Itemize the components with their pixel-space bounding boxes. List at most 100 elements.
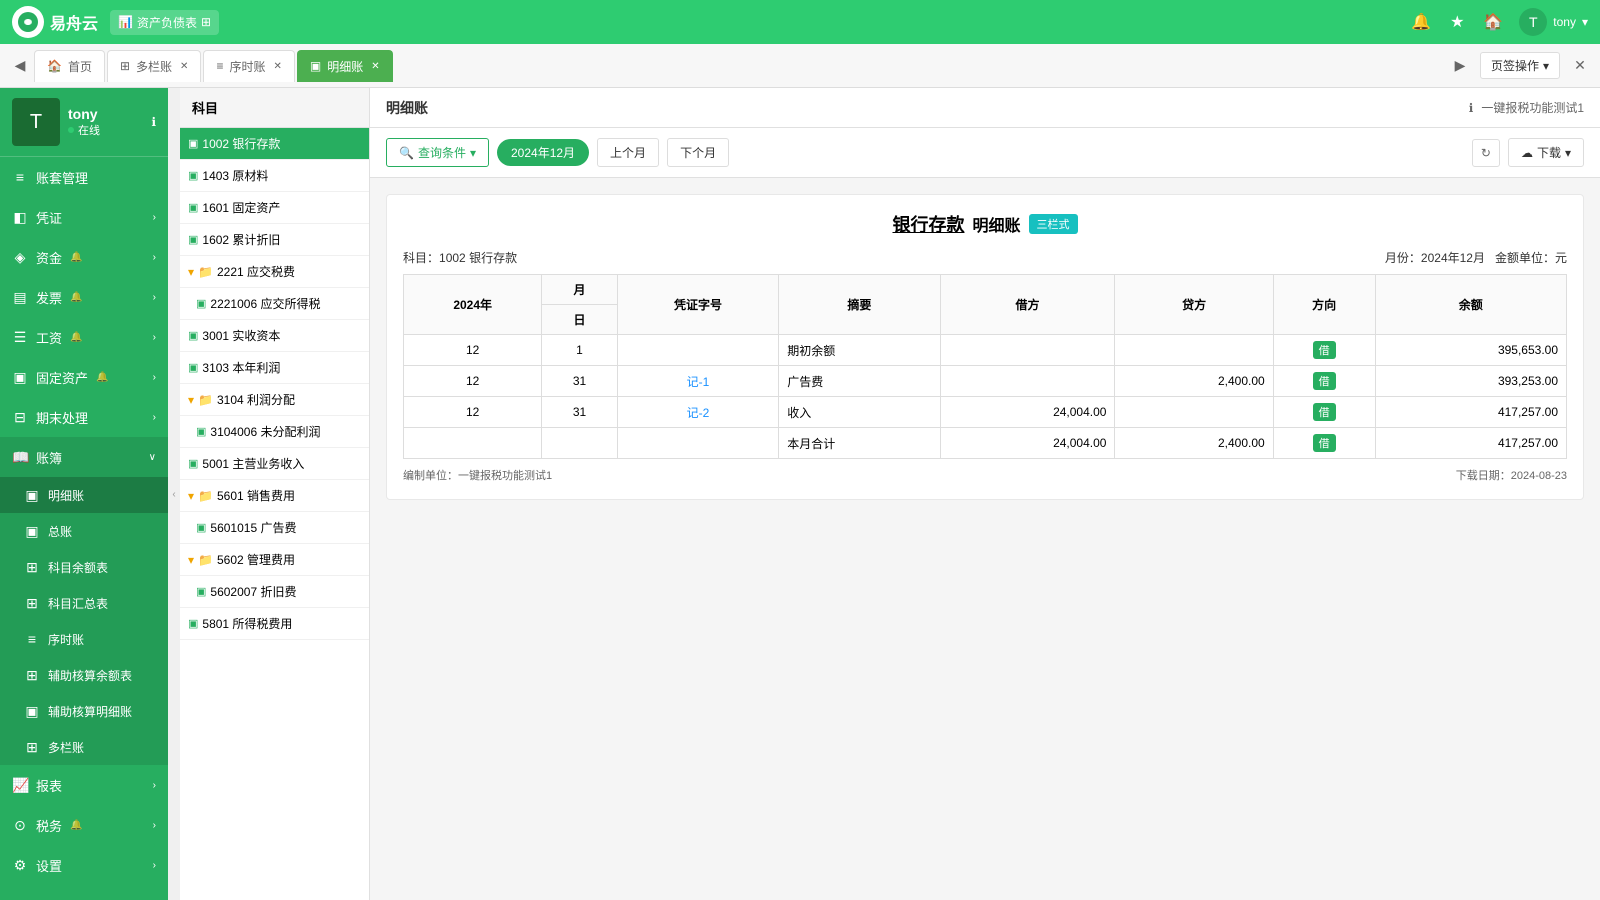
period-arrow: › xyxy=(153,412,156,423)
query-arrow: ▾ xyxy=(470,146,476,160)
subject-code-5602007: 5602007 折旧费 xyxy=(210,583,296,600)
subject-item-3104[interactable]: ▾ 📁 3104 利润分配 xyxy=(180,384,369,416)
subject-item-1002[interactable]: ▣ 1002 银行存款 xyxy=(180,128,369,160)
tab-multicolumn[interactable]: ⊞ 多栏账 ✕ xyxy=(107,50,201,82)
star-icon[interactable]: ★ xyxy=(1447,12,1467,32)
folder-5602: 📁 xyxy=(198,553,213,567)
row-debit-3: 24,004.00 xyxy=(940,397,1115,428)
folder-icon-2221: ▾ xyxy=(188,265,194,279)
user-panel-settings-icon[interactable]: ℹ xyxy=(151,115,156,129)
tab-multicolumn-close[interactable]: ✕ xyxy=(180,61,188,72)
subject-item-5602[interactable]: ▾ 📁 5602 管理费用 xyxy=(180,544,369,576)
user-panel-avatar: T xyxy=(12,98,60,146)
voucher-link-1[interactable]: 记-1 xyxy=(687,375,710,389)
salary-icon: ☰ xyxy=(12,329,28,346)
refresh-button[interactable]: ↻ xyxy=(1472,139,1500,167)
tab-sequence[interactable]: ≡ 序时账 ✕ xyxy=(203,50,294,82)
sidebar-item-invoice[interactable]: ▤ 发票 🔔 › xyxy=(0,277,168,317)
subject-item-3001[interactable]: ▣ 3001 实收资本 xyxy=(180,320,369,352)
user-info[interactable]: T tony ▾ xyxy=(1519,8,1588,36)
sidebar-item-settings[interactable]: ⚙ 设置 › xyxy=(0,845,168,885)
subject-item-3103[interactable]: ▣ 3103 本年利润 xyxy=(180,352,369,384)
subject-item-2221[interactable]: ▾ 📁 2221 应交税费 xyxy=(180,256,369,288)
voucher-link-2[interactable]: 记-2 xyxy=(687,406,710,420)
download-button[interactable]: ☁ 下载 ▾ xyxy=(1508,138,1584,167)
resize-handle[interactable]: ‹ xyxy=(168,88,180,900)
sidebar-item-capital[interactable]: ◈ 资金 🔔 › xyxy=(0,237,168,277)
subject-item-3104006[interactable]: ▣ 3104006 未分配利润 xyxy=(180,416,369,448)
avatar: T xyxy=(1519,8,1547,36)
subject-item-5601015[interactable]: ▣ 5601015 广告费 xyxy=(180,512,369,544)
sidebar-item-journal[interactable]: ≡ 序时账 xyxy=(0,621,168,657)
subject-icon-5602007: ▣ xyxy=(196,585,206,598)
subject-item-5001[interactable]: ▣ 5001 主营业务收入 xyxy=(180,448,369,480)
report-icon: 📈 xyxy=(12,777,28,794)
settings-label: 设置 xyxy=(36,856,62,875)
tab-nav-right[interactable]: ▶ xyxy=(1448,54,1472,78)
tab-detail[interactable]: ▣ 明细账 ✕ xyxy=(297,50,393,82)
row-voucher-1 xyxy=(617,335,778,366)
sidebar-item-period[interactable]: ⊟ 期末处理 › xyxy=(0,397,168,437)
sidebar-item-salary[interactable]: ☰ 工资 🔔 › xyxy=(0,317,168,357)
row-balance-3: 417,257.00 xyxy=(1375,397,1566,428)
sidebar-item-assets[interactable]: ▣ 固定资产 🔔 › xyxy=(0,357,168,397)
total-dir: 借 xyxy=(1273,428,1375,459)
query-button[interactable]: 🔍 查询条件 ▾ xyxy=(386,138,489,167)
col-mode-button[interactable]: 三栏式 xyxy=(1029,214,1078,234)
sidebar-item-accounts[interactable]: ≡ 账套管理 xyxy=(0,157,168,197)
row-year-3: 12 xyxy=(404,397,542,428)
sidebar-item-aux-balance[interactable]: ⊞ 辅助核算余额表 xyxy=(0,657,168,693)
subject-item-5801[interactable]: ▣ 5801 所得税费用 xyxy=(180,608,369,640)
search-icon: 🔍 xyxy=(399,146,414,160)
row-summary-3: 收入 xyxy=(779,397,940,428)
ledger-title1: 银行存款 xyxy=(892,211,964,237)
subject-item-1601[interactable]: ▣ 1601 固定资产 xyxy=(180,192,369,224)
ledger-footer: 编制单位：一键报税功能测试1 下载日期：2024-08-23 xyxy=(403,467,1567,483)
folder-2221: 📁 xyxy=(198,265,213,279)
tab-home[interactable]: 🏠 首页 xyxy=(34,50,105,82)
download-label: 下载 xyxy=(1537,144,1561,161)
sidebar-item-summary[interactable]: ⊞ 科目汇总表 xyxy=(0,585,168,621)
tab-sequence-close[interactable]: ✕ xyxy=(273,61,281,72)
sidebar-item-general[interactable]: ▣ 总账 xyxy=(0,513,168,549)
sidebar-item-multicol[interactable]: ⊞ 多栏账 xyxy=(0,729,168,765)
assets-label: 固定资产 xyxy=(36,368,88,387)
tab-home-label: 首页 xyxy=(68,58,92,75)
sidebar-item-aux-detail[interactable]: ▣ 辅助核算明细账 xyxy=(0,693,168,729)
ledger-container: 银行存款 明细账 三栏式 科目：1002 银行存款 月份：2024年12月 金额… xyxy=(386,194,1584,500)
subject-item-5601[interactable]: ▾ 📁 5601 销售费用 xyxy=(180,480,369,512)
tab-nav-left[interactable]: ◀ xyxy=(8,54,32,78)
salary-label: 工资 xyxy=(36,328,62,347)
page-action-arrow: ▾ xyxy=(1543,59,1549,73)
sidebar-item-tax[interactable]: ⊙ 税务 🔔 › xyxy=(0,805,168,845)
notification-icon[interactable]: 🔔 xyxy=(1411,12,1431,32)
subject-item-1602[interactable]: ▣ 1602 累计折旧 xyxy=(180,224,369,256)
current-month-button[interactable]: 2024年12月 xyxy=(497,139,589,166)
subject-item-1403[interactable]: ▣ 1403 原材料 xyxy=(180,160,369,192)
accounts-icon: ≡ xyxy=(12,169,28,185)
subject-code-1602: 1602 累计折旧 xyxy=(202,231,280,248)
sidebar-item-voucher[interactable]: ◧ 凭证 › xyxy=(0,197,168,237)
subject-icon-5001: ▣ xyxy=(188,457,198,470)
tab-bar-right: ▶ 页签操作 ▾ ✕ xyxy=(1448,52,1592,79)
ledger-arrow: ∨ xyxy=(149,452,156,463)
sidebar-item-report[interactable]: 📈 报表 › xyxy=(0,765,168,805)
subject-item-2221006[interactable]: ▣ 2221006 应交所得税 xyxy=(180,288,369,320)
voucher-arrow: › xyxy=(153,212,156,223)
tab-close-all[interactable]: ✕ xyxy=(1568,54,1592,78)
bookmark-icon[interactable]: 🏠 xyxy=(1483,12,1503,32)
sidebar-item-detail-ledger[interactable]: ▣ 明细账 xyxy=(0,477,168,513)
sidebar-item-ledger[interactable]: 📖 账簿 ∨ xyxy=(0,437,168,477)
total-debit: 24,004.00 xyxy=(940,428,1115,459)
next-month-button[interactable]: 下个月 xyxy=(667,138,729,167)
prev-month-button[interactable]: 上个月 xyxy=(597,138,659,167)
breadcrumb-expand-icon[interactable]: ⊞ xyxy=(201,15,211,29)
total-balance: 417,257.00 xyxy=(1375,428,1566,459)
col-debit: 借方 xyxy=(940,275,1115,335)
subject-item-5602007[interactable]: ▣ 5602007 折旧费 xyxy=(180,576,369,608)
table-row: 12 31 记-1 广告费 2,400.00 借 393,253.00 xyxy=(404,366,1567,397)
page-action-button[interactable]: 页签操作 ▾ xyxy=(1480,52,1560,79)
tab-detail-close[interactable]: ✕ xyxy=(371,61,379,72)
sidebar-item-balance[interactable]: ⊞ 科目余额表 xyxy=(0,549,168,585)
detail-label: 明细账 xyxy=(48,487,84,504)
